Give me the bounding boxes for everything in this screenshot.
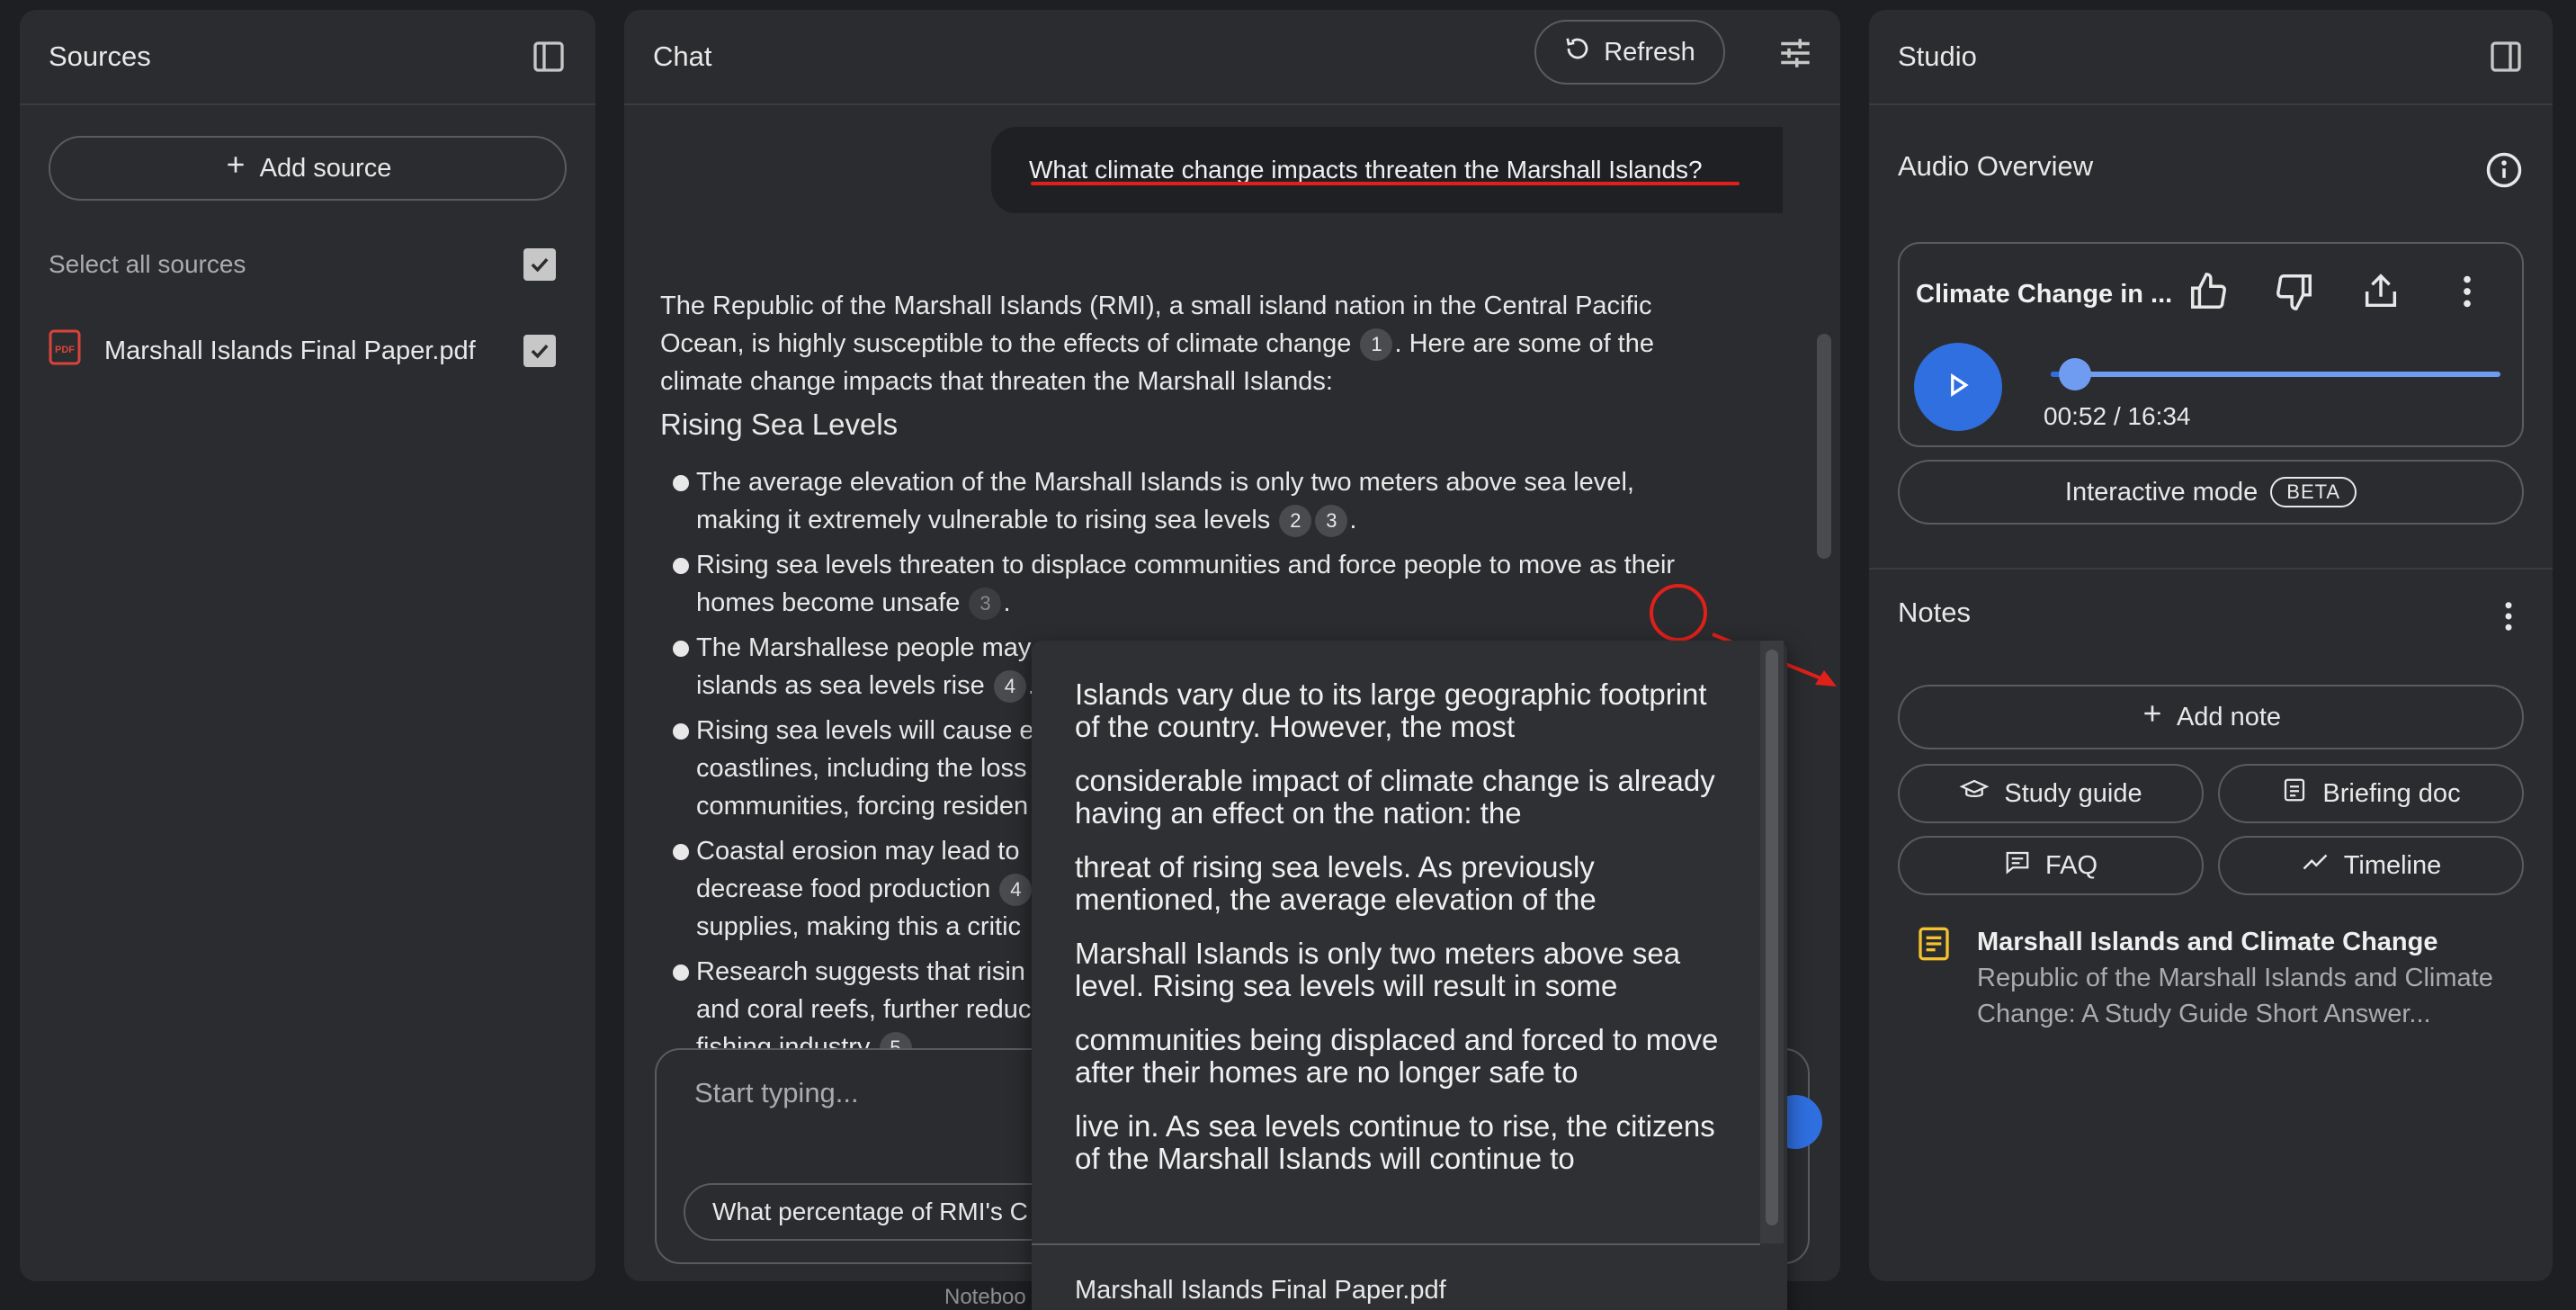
beta-badge: BETA (2270, 477, 2357, 507)
briefing-doc-icon (2281, 776, 2308, 811)
user-question-bubble: What climate change impacts threaten the… (991, 127, 1783, 213)
answer-intro: The Republic of the Marshall Islands (RM… (660, 292, 1654, 396)
thumbs-down-icon[interactable] (2272, 269, 2317, 314)
interactive-mode-button[interactable]: Interactive mode BETA (1898, 460, 2524, 525)
select-all-label: Select all sources (49, 250, 246, 278)
share-icon[interactable] (2358, 269, 2403, 314)
audio-progress-knob[interactable] (2058, 358, 2091, 390)
list-item: The average elevation of the Marshall Is… (660, 463, 1686, 539)
note-icon (1916, 924, 1952, 1032)
faq-button[interactable]: FAQ (1898, 836, 2204, 895)
select-all-row[interactable]: Select all sources (49, 242, 567, 287)
timeline-icon (2301, 848, 2330, 883)
select-all-checkbox[interactable] (523, 248, 556, 281)
play-button[interactable] (1914, 343, 2002, 431)
faq-label: FAQ (2044, 850, 2097, 880)
citation-badge[interactable]: 2 (1279, 505, 1312, 538)
sources-panel: Sources Add source Select all sources PD… (20, 10, 595, 1281)
briefing-doc-label: Briefing doc (2322, 778, 2461, 808)
annotation-underline (1031, 182, 1740, 185)
audio-overview-title: Audio Overview (1898, 150, 2094, 182)
briefing-doc-button[interactable]: Briefing doc (2218, 764, 2524, 823)
collapse-studio-icon[interactable] (2488, 39, 2524, 75)
add-source-label: Add source (259, 153, 392, 183)
timeline-button[interactable]: Timeline (2218, 836, 2524, 895)
popover-divider (1032, 1243, 1760, 1245)
pdf-icon: PDF (49, 329, 81, 372)
citation-excerpt: Islands vary due to its large geographic… (1075, 678, 1722, 1197)
collapse-sidebar-icon[interactable] (531, 39, 567, 75)
excerpt-line: communities being displaced and forced t… (1075, 1023, 1719, 1089)
excerpt-line: live in. As sea levels continue to rise,… (1075, 1109, 1715, 1175)
plus-icon (2141, 702, 2164, 732)
studio-header: Studio (1869, 10, 2553, 105)
timeline-label: Timeline (2343, 850, 2442, 880)
popover-scrollbar[interactable] (1760, 641, 1784, 1243)
source-item[interactable]: PDF Marshall Islands Final Paper.pdf (49, 328, 567, 374)
audio-overview-card: Climate Change in ... 00:52 / 16:34 (1898, 242, 2524, 447)
thumbs-up-icon[interactable] (2186, 269, 2231, 314)
svg-text:PDF: PDF (55, 345, 75, 355)
add-note-button[interactable]: Add note (1898, 685, 2524, 749)
annotation-circle (1650, 584, 1707, 642)
audio-card-title: Climate Change in ... (1916, 280, 2173, 309)
studio-divider (1869, 568, 2553, 570)
note-title: Marshall Islands and Climate Change (1977, 928, 2438, 956)
info-icon[interactable] (2484, 150, 2524, 190)
excerpt-line: Islands vary due to its large geographic… (1075, 677, 1707, 743)
chat-title: Chat (653, 40, 712, 72)
audio-time: 00:52 / 16:34 (2044, 402, 2191, 430)
sources-header: Sources (20, 10, 595, 105)
note-preview: Republic of the Marshall Islands and Cli… (1977, 964, 2493, 1028)
refresh-label: Refresh (1604, 37, 1695, 67)
footer-text: Noteboo (944, 1285, 1026, 1309)
citation-badge[interactable]: 4 (993, 670, 1026, 704)
studio-panel: Studio Audio Overview Climate Change in … (1869, 10, 2553, 1281)
studio-title: Studio (1898, 40, 1977, 72)
study-guide-label: Study guide (2004, 778, 2142, 808)
citation-popover: Islands vary due to its large geographic… (1032, 641, 1787, 1310)
excerpt-line: Marshall Islands is only two meters abov… (1075, 937, 1681, 1002)
add-source-button[interactable]: Add source (49, 136, 567, 201)
chat-scrollbar[interactable] (1817, 334, 1831, 559)
plus-icon (224, 153, 247, 184)
refresh-icon (1564, 35, 1591, 69)
notes-title: Notes (1898, 597, 1971, 628)
notes-more-icon[interactable] (2495, 597, 2522, 636)
add-note-label: Add note (2176, 702, 2282, 731)
user-question-text: What climate change impacts threaten the… (1029, 156, 1703, 184)
suggestion-text: What percentage of RMI's C (712, 1198, 1028, 1225)
more-vert-icon[interactable] (2445, 269, 2490, 314)
interactive-mode-label: Interactive mode (2064, 477, 2258, 507)
citation-badge[interactable]: 1 (1360, 328, 1393, 362)
popover-source-name[interactable]: Marshall Islands Final Paper.pdf (1075, 1276, 1446, 1306)
audio-progress-bar[interactable] (2051, 358, 2500, 390)
list-item: Rising sea levels threaten to displace c… (660, 546, 1686, 622)
excerpt-line: considerable impact of climate change is… (1075, 764, 1715, 830)
play-icon (1945, 372, 1972, 403)
citation-badge[interactable]: 3 (1315, 505, 1348, 538)
source-name: Marshall Islands Final Paper.pdf (104, 336, 476, 365)
citation-badge-active[interactable]: 3 (969, 588, 1002, 621)
tune-settings-icon[interactable] (1775, 33, 1815, 73)
citation-badge[interactable]: 4 (999, 874, 1033, 907)
section-heading: Rising Sea Levels (660, 408, 899, 441)
study-guide-button[interactable]: Study guide (1898, 764, 2204, 823)
chat-bubble-icon (2004, 848, 2031, 883)
note-item[interactable]: Marshall Islands and Climate Change Repu… (1916, 924, 2509, 1032)
graduation-cap-icon (1959, 776, 1990, 811)
excerpt-line: threat of rising sea levels. As previous… (1075, 850, 1597, 916)
refresh-button[interactable]: Refresh (1534, 20, 1725, 85)
source-checkbox[interactable] (523, 335, 556, 367)
sources-title: Sources (49, 40, 151, 72)
